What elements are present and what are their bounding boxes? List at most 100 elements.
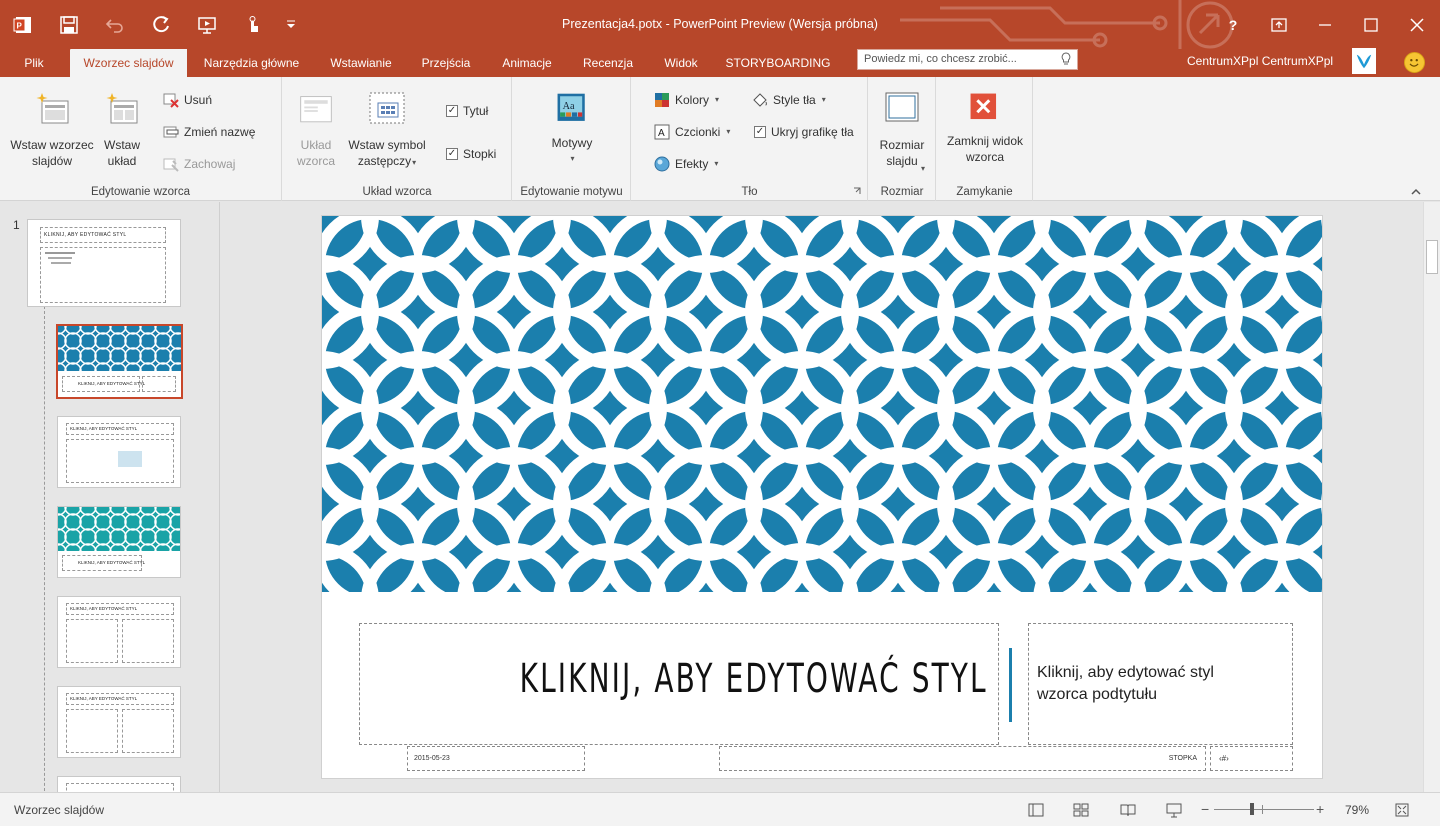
group-master-layout: Układ wzorca Wstaw symbol zastępczy▾ ✓ T… [283,77,512,201]
paint-bucket-icon [753,93,767,107]
insert-layout-button[interactable]: Wstaw układ [97,89,147,169]
close-master-view-button[interactable]: Zamknij widok wzorca [943,91,1027,165]
chevron-down-icon: ▾ [726,127,731,136]
preserve-button[interactable]: Zachowaj [163,154,235,174]
layout-thumbnail-title-only[interactable] [57,776,181,792]
layout-thumbnail-section-header[interactable]: KLIKNIJ, ABY EDYTOWAĆ STYL [57,506,181,578]
ribbon-display-options-icon[interactable] [1256,0,1302,49]
master-thumb-title: KLIKNIJ, ABY EDYTOWAĆ STYL [44,232,127,238]
help-icon: ? [1228,16,1238,33]
tab-review[interactable]: Recenzja [574,49,642,77]
insert-placeholder-button[interactable]: Wstaw symbol zastępczy▾ [345,89,429,171]
master-layout-icon [300,96,332,123]
slide-number-placeholder[interactable]: ‹#› [1210,746,1293,771]
title-placeholder[interactable]: KLIKNIJ, ABY EDYTOWAĆ STYL [359,623,999,745]
tell-me-placeholder: Powiedz mi, co chcesz zrobić... [864,53,1017,65]
title-layout-thumbnail[interactable]: KLIKNIJ, ABY EDYTOWAĆ STYL [56,324,183,399]
background-styles-button[interactable]: Style tła ▾ [752,90,826,110]
rename-icon [163,126,179,138]
slide-thumbnail-pane: 1 KLIKNIJ, ABY EDYTOWAĆ STYL KLIKNIJ, AB… [0,202,220,792]
reading-view-icon[interactable] [1120,802,1136,818]
svg-text:Aa: Aa [563,101,575,112]
selected-thumb-title: KLIKNIJ, ABY EDYTOWAĆ STYL [78,381,146,386]
zoom-slider[interactable] [1214,803,1314,815]
close-icon[interactable] [1394,0,1440,49]
section-thumb-title: KLIKNIJ, ABY EDYTOWAĆ STYL [78,560,146,565]
slide-canvas[interactable]: KLIKNIJ, ABY EDYTOWAĆ STYL Kliknij, aby … [321,215,1323,779]
layout-tree-line [44,306,45,792]
chevron-down-icon: ▾ [715,95,720,104]
zoom-in-button[interactable]: + [1316,801,1324,817]
checkbox-checked-icon: ✓ [446,148,458,160]
fonts-icon: A [654,124,670,140]
title-checkbox-label: Tytuł [463,104,489,118]
thumb-pattern [58,326,181,371]
slide-sorter-icon[interactable] [1073,802,1089,818]
tell-me-search-input[interactable]: Powiedz mi, co chcesz zrobić... [857,49,1078,70]
chevron-down-icon: ▾ [920,164,925,173]
tab-view[interactable]: Widok [652,49,710,77]
zoom-level[interactable]: 79% [1345,803,1369,817]
chevron-down-icon: ▾ [714,159,719,168]
colors-palette-icon [655,93,669,107]
master-layout-button[interactable]: Układ wzorca [291,93,341,169]
user-avatar[interactable] [1352,48,1376,74]
normal-view-icon[interactable] [1028,802,1044,818]
footers-checkbox[interactable]: ✓ Stopki [446,144,496,164]
scrollbar-thumb[interactable] [1426,240,1438,274]
tab-animations[interactable]: Animacje [490,49,564,77]
date-placeholder[interactable]: 2015-05-23 [407,746,585,771]
tab-home[interactable]: Narzędzia główne [193,49,310,77]
footer-placeholder[interactable]: STOPKA [719,746,1206,771]
insert-slide-master-label: Wstaw wzorzec slajdów [10,138,94,168]
tab-insert[interactable]: Wstawianie [318,49,404,77]
help-button[interactable]: ? [1210,0,1256,49]
maximize-icon[interactable] [1348,0,1394,49]
title-accent-bar [1009,648,1012,722]
insert-layout-label: Wstaw układ [104,138,140,168]
group-label-close: Zamykanie [956,186,1013,198]
effects-button[interactable]: Efekty ▾ [654,154,718,174]
ribbon: Wstaw wzorzec slajdów Wstaw układ Usuń Z… [0,77,1440,201]
themes-button[interactable]: Aa Motywy ▾ [541,91,603,167]
slide-page-number: ‹#› [1219,754,1229,763]
feedback-smiley-icon[interactable] [1404,52,1425,73]
colors-button[interactable]: Kolory ▾ [654,90,719,110]
layout-thumbnail-title-content[interactable]: KLIKNIJ, ABY EDYTOWAĆ STYL [57,416,181,488]
group-label-edit-theme: Edytowanie motywu [520,186,623,198]
delete-button[interactable]: Usuń [163,90,212,110]
slide-size-button[interactable]: Rozmiar slajdu ▾ [873,89,931,173]
user-name[interactable]: CentrumXPpl CentrumXPpl [1187,49,1333,77]
group-edit-master: Wstaw wzorzec slajdów Wstaw układ Usuń Z… [0,77,282,201]
group-label-master-layout: Układ wzorca [362,186,432,198]
layout-thumbnail-comparison[interactable]: KLIKNIJ, ABY EDYTOWAĆ STYL [57,686,181,758]
tab-slide-master[interactable]: Wzorzec slajdów [70,49,187,77]
rename-button[interactable]: Zmień nazwę [163,122,255,142]
zoom-slider-thumb[interactable] [1250,803,1254,815]
title-checkbox[interactable]: ✓ Tytuł [446,101,488,121]
effects-label: Efekty [675,157,709,171]
thumb-pattern-teal [58,507,180,551]
subtitle-placeholder[interactable]: Kliknij, aby edytować styl wzorca podtyt… [1028,623,1293,745]
hide-background-graphics-checkbox[interactable]: ✓ Ukryj grafikę tła [754,122,854,142]
layout-thumbnail-two-content[interactable]: KLIKNIJ, ABY EDYTOWAĆ STYL [57,596,181,668]
checkbox-checked-icon: ✓ [754,126,766,138]
group-label-size: Rozmiar [880,186,924,198]
slide-show-icon[interactable] [1166,802,1182,818]
tab-file[interactable]: Plik [0,49,68,77]
status-view-name: Wzorzec slajdów [14,803,105,817]
tab-storyboarding[interactable]: STORYBOARDING [722,49,834,77]
fonts-label: Czcionki [675,125,721,139]
tab-transitions[interactable]: Przejścia [412,49,480,77]
zoom-out-button[interactable]: − [1201,801,1209,817]
fonts-button[interactable]: A Czcionki ▾ [654,122,730,142]
collapse-ribbon-icon[interactable] [1411,187,1421,197]
dialog-launcher-icon[interactable] [853,187,861,195]
insert-slide-master-button[interactable]: Wstaw wzorzec slajdów [6,89,98,169]
minimize-icon[interactable] [1302,0,1348,49]
group-label-background: Tło [741,186,758,198]
master-thumbnail[interactable]: KLIKNIJ, ABY EDYTOWAĆ STYL [27,219,181,307]
fit-to-window-icon[interactable] [1394,802,1410,818]
vertical-scrollbar[interactable] [1423,202,1440,792]
comparison-thumb-title: KLIKNIJ, ABY EDYTOWAĆ STYL [70,696,138,701]
